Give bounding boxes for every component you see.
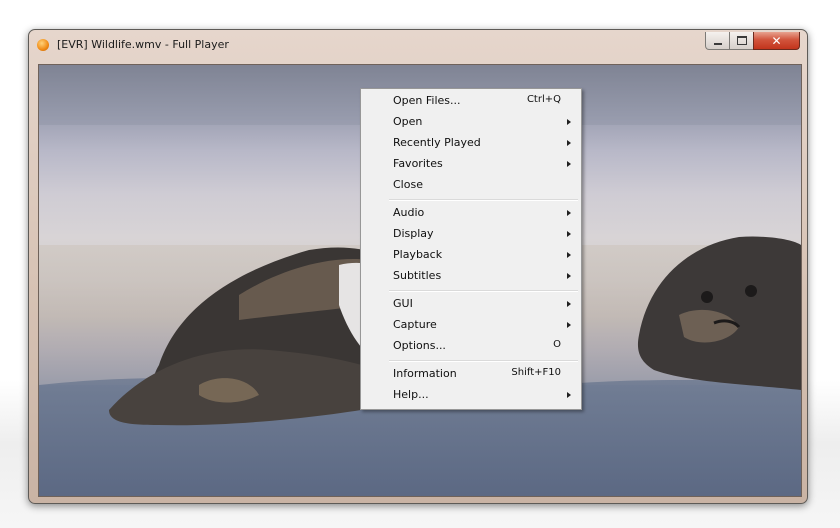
maximize-button[interactable] <box>729 32 754 50</box>
menu-item-label: Open <box>393 115 423 128</box>
menu-item-shortcut: O <box>553 339 561 350</box>
player-app-icon[interactable] <box>37 39 49 51</box>
menu-item-shortcut: Shift+F10 <box>511 367 561 378</box>
menu-item-label: Subtitles <box>393 269 442 282</box>
submenu-arrow-icon <box>567 231 571 237</box>
window-title: [EVR] Wildlife.wmv - Full Player <box>57 38 229 51</box>
menu-item-playback[interactable]: Playback <box>361 245 581 265</box>
menu-item-information[interactable]: Information Shift+F10 <box>361 364 581 384</box>
menu-item-label: Options... <box>393 339 446 352</box>
submenu-arrow-icon <box>567 301 571 307</box>
menu-item-display[interactable]: Display <box>361 224 581 244</box>
submenu-arrow-icon <box>567 322 571 328</box>
menu-item-help[interactable]: Help... <box>361 385 581 405</box>
menu-item-recently-played[interactable]: Recently Played <box>361 133 581 153</box>
menu-item-subtitles[interactable]: Subtitles <box>361 266 581 286</box>
menu-item-label: Playback <box>393 248 443 261</box>
menu-item-label: Close <box>393 178 423 191</box>
menu-item-shortcut: Ctrl+Q <box>526 94 561 105</box>
menu-item-gui[interactable]: GUI <box>361 294 581 314</box>
submenu-arrow-icon <box>567 140 571 146</box>
menu-item-label: Information <box>393 367 457 380</box>
menu-separator <box>389 360 578 362</box>
minimize-icon <box>713 42 722 45</box>
submenu-arrow-icon <box>567 252 571 258</box>
menu-item-label: Audio <box>393 206 425 219</box>
menu-item-audio[interactable]: Audio <box>361 203 581 223</box>
submenu-arrow-icon <box>567 161 571 167</box>
menu-item-label: Open Files... <box>393 94 461 107</box>
menu-separator <box>389 290 578 292</box>
menu-item-label: Recently Played <box>393 136 481 149</box>
menu-item-label: Favorites <box>393 157 443 170</box>
menu-item-open[interactable]: Open <box>361 112 581 132</box>
menu-item-label: Capture <box>393 318 437 331</box>
menu-item-capture[interactable]: Capture <box>361 315 581 335</box>
menu-item-favorites[interactable]: Favorites <box>361 154 581 174</box>
minimize-button[interactable] <box>705 32 730 50</box>
context-menu: Open Files... Ctrl+Q Open Recently Played Fa… <box>360 88 582 410</box>
submenu-arrow-icon <box>567 392 571 398</box>
close-button[interactable]: ✕ <box>753 32 800 50</box>
menu-item-label: Help... <box>393 388 429 401</box>
menu-item-open-files[interactable]: Open Files... Ctrl+Q <box>361 91 581 111</box>
close-icon: ✕ <box>771 33 782 48</box>
submenu-arrow-icon <box>567 273 571 279</box>
menu-separator <box>389 199 578 201</box>
maximize-icon <box>736 36 747 45</box>
menu-item-close[interactable]: Close <box>361 175 581 195</box>
submenu-arrow-icon <box>567 119 571 125</box>
menu-item-label: Display <box>393 227 434 240</box>
menu-item-options[interactable]: Options... O <box>361 336 581 356</box>
title-bar[interactable]: [EVR] Wildlife.wmv - Full Player ✕ <box>29 30 807 62</box>
submenu-arrow-icon <box>567 210 571 216</box>
menu-item-label: GUI <box>393 297 413 310</box>
